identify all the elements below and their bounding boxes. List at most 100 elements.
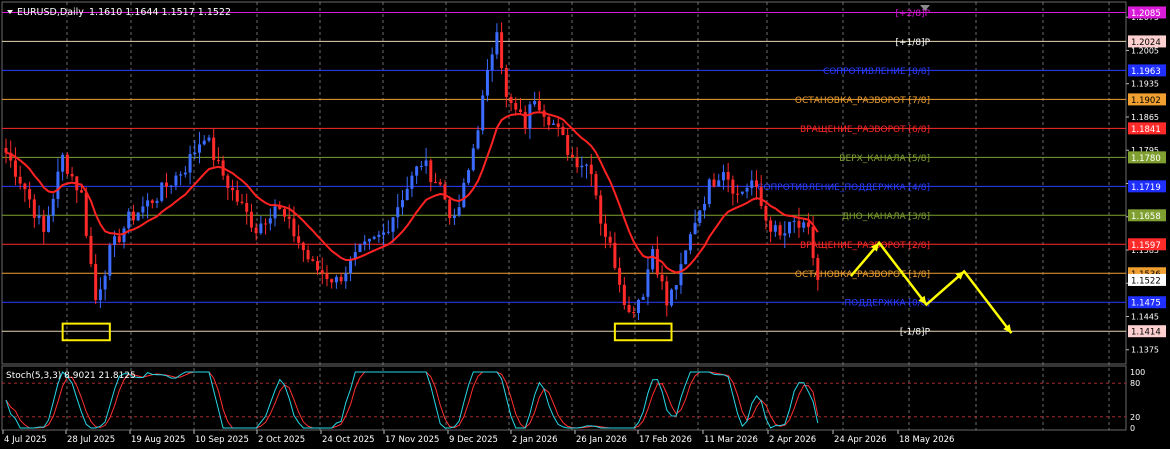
level-value-text: 1.1658: [1131, 212, 1161, 222]
stoch-tick-label: 0: [1130, 424, 1135, 433]
murrey-level-label: [+1/8]P: [896, 38, 931, 48]
candle-body: [349, 259, 353, 274]
candle-body: [56, 171, 60, 199]
candle-body: [113, 236, 117, 246]
murrey-level-label: ОСТАНОВКА_РАЗВОРОТ [1/8]: [795, 270, 930, 280]
candle-body: [179, 174, 183, 176]
candle-body: [391, 217, 395, 232]
candle-body: [726, 172, 730, 180]
time-tick-label: 2 Jan 2026: [512, 435, 558, 445]
candle-body: [792, 220, 796, 222]
murrey-level-label: ОСТАНОВКА_РАЗВОРОТ [7/8]: [795, 96, 930, 106]
candle-body: [452, 215, 456, 219]
candle-body: [462, 182, 466, 208]
candle-body: [84, 192, 88, 236]
candle-body: [103, 275, 107, 290]
candle-body: [424, 160, 428, 166]
candle-body: [98, 289, 102, 301]
mt4-chart[interactable]: [+2/8]P[+1/8]PСОПРОТИВЛЕНИЕ [8/8]ОСТАНОВ…: [0, 0, 1170, 449]
candle-body: [495, 32, 499, 55]
candle-body: [122, 228, 126, 243]
candle-body: [547, 116, 551, 125]
candle-body: [46, 215, 50, 232]
candle-body: [622, 284, 626, 305]
candle-body: [754, 180, 758, 188]
time-tick-label: 24 Apr 2026: [834, 435, 887, 445]
time-tick-label: 24 Oct 2025: [322, 435, 375, 445]
candle-body: [788, 221, 792, 234]
candle-body: [273, 206, 277, 219]
candle-body: [264, 223, 268, 225]
candle-body: [514, 102, 518, 110]
candle-body: [773, 225, 777, 232]
candle-body: [764, 205, 768, 221]
candle-body: [136, 212, 140, 221]
candle-body: [679, 264, 683, 286]
candle-body: [552, 123, 556, 125]
candle-body: [674, 285, 678, 290]
candle-body: [646, 269, 650, 297]
level-value-text: 1.1475: [1131, 299, 1161, 309]
candle-body: [311, 259, 315, 261]
candle-body: [618, 267, 622, 285]
level-value-text: 1.1841: [1131, 125, 1161, 135]
candle-body: [698, 210, 702, 223]
murrey-level-label: ДНО_КАНАЛА [3/8]: [842, 212, 930, 222]
level-value-text: 1.1780: [1131, 154, 1161, 164]
candle-body: [259, 223, 263, 234]
level-value-text: 1.1902: [1131, 96, 1161, 106]
candle-body: [292, 218, 296, 237]
level-value-text: 1.2085: [1131, 9, 1161, 19]
candle-body: [599, 195, 603, 224]
candle-body: [443, 184, 447, 200]
candle-body: [131, 211, 135, 221]
time-tick-label: 11 Mar 2026: [704, 435, 758, 445]
candle-body: [438, 182, 442, 185]
candle-body: [481, 95, 485, 131]
candle-body: [13, 160, 17, 177]
candle-body: [504, 68, 508, 97]
level-value-text: 1.2024: [1131, 38, 1161, 48]
candle-body: [235, 190, 239, 202]
candle-body: [150, 200, 154, 203]
candle-body: [632, 312, 636, 314]
candle-body: [528, 104, 532, 129]
candle-body: [61, 154, 65, 172]
candle-body: [212, 137, 216, 161]
murrey-level-label: ВРАЩЕНИЕ_РАЗВОРОТ [6/8]: [800, 125, 930, 135]
candle-body: [254, 227, 258, 234]
candle-body: [806, 222, 810, 227]
candle-body: [226, 175, 230, 188]
murrey-level-label: СОПРОТИВЛЕНИЕ [8/8]: [823, 67, 930, 77]
candle-body: [65, 154, 69, 174]
candle-body: [301, 242, 305, 251]
candle-body: [117, 236, 121, 243]
candle-body: [268, 218, 272, 224]
price-tick-label: 1.1445: [1131, 312, 1159, 321]
candle-body: [94, 264, 98, 301]
candle-body: [580, 165, 584, 168]
candle-body: [603, 223, 607, 237]
candle-body: [509, 96, 513, 103]
candle-body: [731, 179, 735, 194]
candle-body: [750, 180, 754, 188]
time-tick-label: 9 Dec 2025: [449, 435, 498, 445]
chart-header: EURUSD,Daily 1.1610 1.1644 1.1517 1.1522: [7, 7, 231, 18]
candle-body: [537, 101, 541, 111]
candle-body: [769, 220, 773, 232]
candle-body: [316, 260, 320, 271]
candle-body: [405, 188, 409, 201]
candle-body: [665, 281, 669, 306]
time-tick-label: 17 Feb 2026: [639, 435, 692, 445]
candle-body: [372, 236, 376, 239]
candle-body: [717, 180, 721, 187]
candle-body: [240, 201, 244, 203]
candle-body: [363, 241, 367, 245]
price-tick-label: 1.1865: [1131, 113, 1159, 122]
time-tick-label: 2 Apr 2026: [769, 435, 816, 445]
candle-body: [419, 165, 423, 167]
candle-body: [721, 172, 725, 181]
candle-body: [330, 279, 334, 283]
candle-body: [80, 190, 84, 193]
candle-body: [89, 235, 93, 265]
